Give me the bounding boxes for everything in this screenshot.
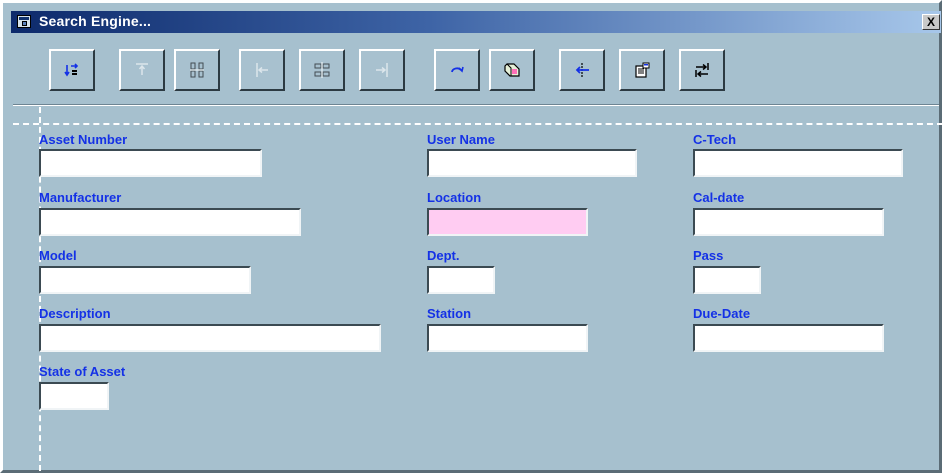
description-field[interactable] bbox=[39, 324, 381, 352]
model-field[interactable] bbox=[39, 266, 251, 294]
station-field[interactable] bbox=[427, 324, 588, 352]
dept-label: Dept. bbox=[427, 248, 460, 263]
center-horizontal-button[interactable] bbox=[299, 49, 345, 91]
search-engine-window: Search Engine... X Asset Number Manufact… bbox=[0, 0, 942, 473]
tab-order-button[interactable] bbox=[679, 49, 725, 91]
window-icon bbox=[17, 15, 31, 28]
properties-icon bbox=[635, 62, 650, 78]
align-left-button[interactable] bbox=[239, 49, 285, 91]
arrow-left-icon bbox=[575, 63, 589, 77]
window-title: Search Engine... bbox=[39, 13, 152, 29]
align-left-icon bbox=[256, 63, 268, 77]
cal-date-label: Cal-date bbox=[693, 190, 745, 205]
c-tech-field[interactable] bbox=[693, 149, 903, 177]
state-of-asset-label: State of Asset bbox=[39, 364, 126, 379]
tab-order-icon bbox=[695, 63, 709, 78]
asset-number-label: Asset Number bbox=[39, 132, 128, 147]
align-top-icon bbox=[136, 63, 148, 75]
station-label: Station bbox=[427, 306, 472, 321]
center-vertical-button[interactable] bbox=[174, 49, 220, 91]
center-vertical-icon bbox=[190, 62, 204, 78]
description-label: Description bbox=[39, 306, 111, 321]
user-name-label: User Name bbox=[427, 132, 495, 147]
cal-date-field[interactable] bbox=[693, 208, 884, 236]
back-button[interactable] bbox=[559, 49, 605, 91]
manufacturer-label: Manufacturer bbox=[39, 190, 122, 205]
due-date-field[interactable] bbox=[693, 324, 884, 352]
dept-field[interactable] bbox=[427, 266, 495, 294]
eraser-icon bbox=[504, 63, 520, 77]
state-of-asset-field[interactable] bbox=[39, 382, 109, 410]
location-label: Location bbox=[427, 190, 482, 205]
pass-label: Pass bbox=[693, 248, 724, 263]
asset-number-field[interactable] bbox=[39, 149, 262, 177]
toolbar-separator bbox=[13, 104, 939, 106]
align-right-button[interactable] bbox=[359, 49, 405, 91]
properties-button[interactable] bbox=[619, 49, 665, 91]
location-field[interactable] bbox=[427, 208, 588, 236]
title-bar[interactable]: Search Engine... X bbox=[11, 11, 941, 33]
sort-order-button[interactable] bbox=[49, 49, 95, 91]
due-date-label: Due-Date bbox=[693, 306, 751, 321]
model-label: Model bbox=[39, 248, 77, 263]
sort-arrows-icon bbox=[64, 63, 79, 77]
refresh-button[interactable] bbox=[434, 49, 480, 91]
align-top-button[interactable] bbox=[119, 49, 165, 91]
rotate-icon bbox=[451, 66, 464, 73]
clear-button[interactable] bbox=[489, 49, 535, 91]
manufacturer-field[interactable] bbox=[39, 208, 301, 236]
align-right-icon bbox=[376, 63, 388, 77]
horizontal-guide-line bbox=[13, 123, 942, 125]
pass-field[interactable] bbox=[693, 266, 761, 294]
c-tech-label: C-Tech bbox=[693, 132, 737, 147]
center-horizontal-icon bbox=[314, 62, 330, 78]
close-button[interactable]: X bbox=[922, 14, 940, 30]
user-name-field[interactable] bbox=[427, 149, 637, 177]
